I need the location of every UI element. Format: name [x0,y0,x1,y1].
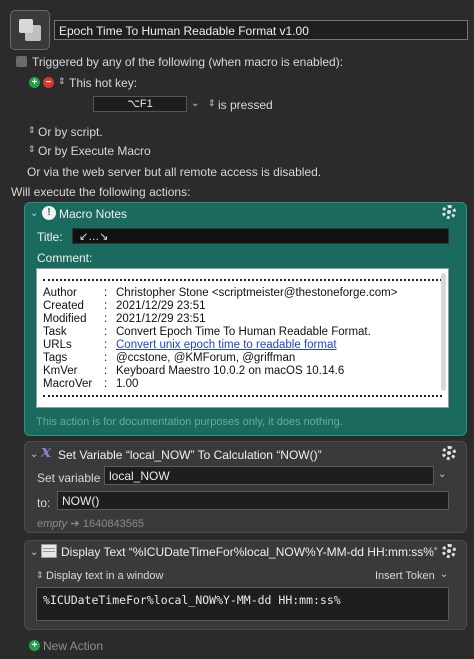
insert-token-button[interactable]: Insert Token [375,570,435,582]
triggered-checkbox[interactable] [16,56,27,67]
comment-key: Author [43,287,77,299]
comment-key: URLs [43,339,72,351]
gear-icon[interactable] [442,205,456,219]
hotkey-label: This hot key: [69,76,138,90]
comment-key: KmVer [43,365,78,377]
display-text-icon [41,544,57,558]
or-script-updown-icon[interactable]: ⇕ [28,125,35,136]
comment-key: Tags [43,352,68,364]
chevron-down-icon[interactable]: ⌄ [191,98,199,109]
will-execute-label: Will execute the following actions: [11,185,191,199]
or-by-script[interactable]: Or by script. [38,125,103,139]
arrow-icon: ➔ [70,518,80,530]
add-trigger-icon[interactable]: + [29,77,40,88]
gear-icon[interactable] [442,544,456,558]
comment-colon: : [104,365,108,377]
hotkey-condition[interactable]: is pressed [218,98,273,112]
variable-x-icon: x [41,442,52,462]
collapse-chevron-icon[interactable]: ⌄ [30,547,38,558]
display-text-area[interactable]: %ICUDateTimeFor%local_NOW%Y-MM-dd HH:mm:… [36,587,449,621]
comment-value: 1.00 [116,378,139,390]
scrollbar[interactable] [441,273,446,391]
comment-value: 2021/12/29 23:51 [116,300,206,312]
comment-key: MacroVer [43,378,93,390]
macro-icon[interactable] [10,10,50,50]
divider-top [43,279,442,281]
doc-purpose-note: This action is for documentation purpose… [36,416,343,428]
comment-colon: : [104,300,108,312]
comment-colon: : [104,287,108,299]
calculation-field[interactable]: NOW() [57,491,449,510]
collapse-chevron-icon[interactable]: ⌄ [30,208,38,219]
comment-key: Task [43,326,67,338]
comment-key: Created [43,300,84,312]
variable-name-field[interactable]: local_NOW [104,466,434,485]
notes-header: Macro Notes [59,207,128,221]
gear-icon[interactable] [442,446,456,460]
comment-colon: : [104,313,108,325]
new-action-button[interactable]: New Action [43,639,103,653]
alert-icon: ! [42,206,56,220]
set-variable-label: Set variable [37,471,101,485]
macro-icon-glyph [25,25,41,41]
comment-value: @ccstone, @KMForum, @griffman [116,352,296,364]
new-action-icon[interactable]: + [29,640,40,651]
display-mode-updown-icon[interactable]: ⇕ [36,570,43,581]
or-execute-updown-icon[interactable]: ⇕ [28,144,35,155]
display-mode-label[interactable]: Display text in a window [46,570,163,582]
comment-value: Christopher Stone <scriptmeister@theston… [116,287,398,299]
comment-colon: : [104,378,108,390]
comment-value: 2021/12/29 23:51 [116,313,206,325]
hotkey-field[interactable]: ⌥F1 [93,96,187,112]
preview-value: 1640843565 [82,518,145,530]
or-by-execute-macro[interactable]: Or by Execute Macro [38,144,151,158]
triggered-label: Triggered by any of the following (when … [32,55,344,69]
chevron-down-icon[interactable]: ⌄ [438,469,446,480]
notes-comment-label: Comment: [37,251,93,265]
condition-updown-icon[interactable]: ⇕ [208,98,215,109]
web-server-note: Or via the web server but all remote acc… [27,165,322,179]
display-header: Display Text “%ICUDateTimeFor%local_NOW%… [61,545,437,559]
comment-value: Convert Epoch Time To Human Readable For… [116,326,371,338]
notes-title-label: Title: [37,230,63,244]
hotkey-updown-icon[interactable]: ⇕ [58,76,65,87]
comment-box[interactable]: Author: Christopher Stone <scriptmeister@… [36,268,449,408]
chevron-down-icon[interactable]: ⌄ [440,569,448,580]
collapse-chevron-icon[interactable]: ⌄ [30,449,38,460]
to-label: to: [37,496,51,510]
comment-colon: : [104,326,108,338]
comment-colon: : [104,352,108,364]
remove-trigger-icon[interactable]: − [43,77,54,88]
comment-colon: : [104,339,108,351]
macro-name-field[interactable]: Epoch Time To Human Readable Format v1.0… [54,20,468,40]
setvar-header: Set Variable “local_NOW” To Calculation … [58,448,322,462]
url-link[interactable]: Convert unix epoch time to readable form… [116,339,337,351]
preview-row: empty ➔ 1640843565 [37,516,144,530]
comment-key: Modified [43,313,87,325]
divider-bottom [43,395,442,397]
comment-value: Keyboard Maestro 10.0.2 on macOS 10.14.6 [116,365,345,377]
notes-title-field[interactable]: ↙…↘ [72,228,449,244]
empty-label: empty [37,518,67,530]
